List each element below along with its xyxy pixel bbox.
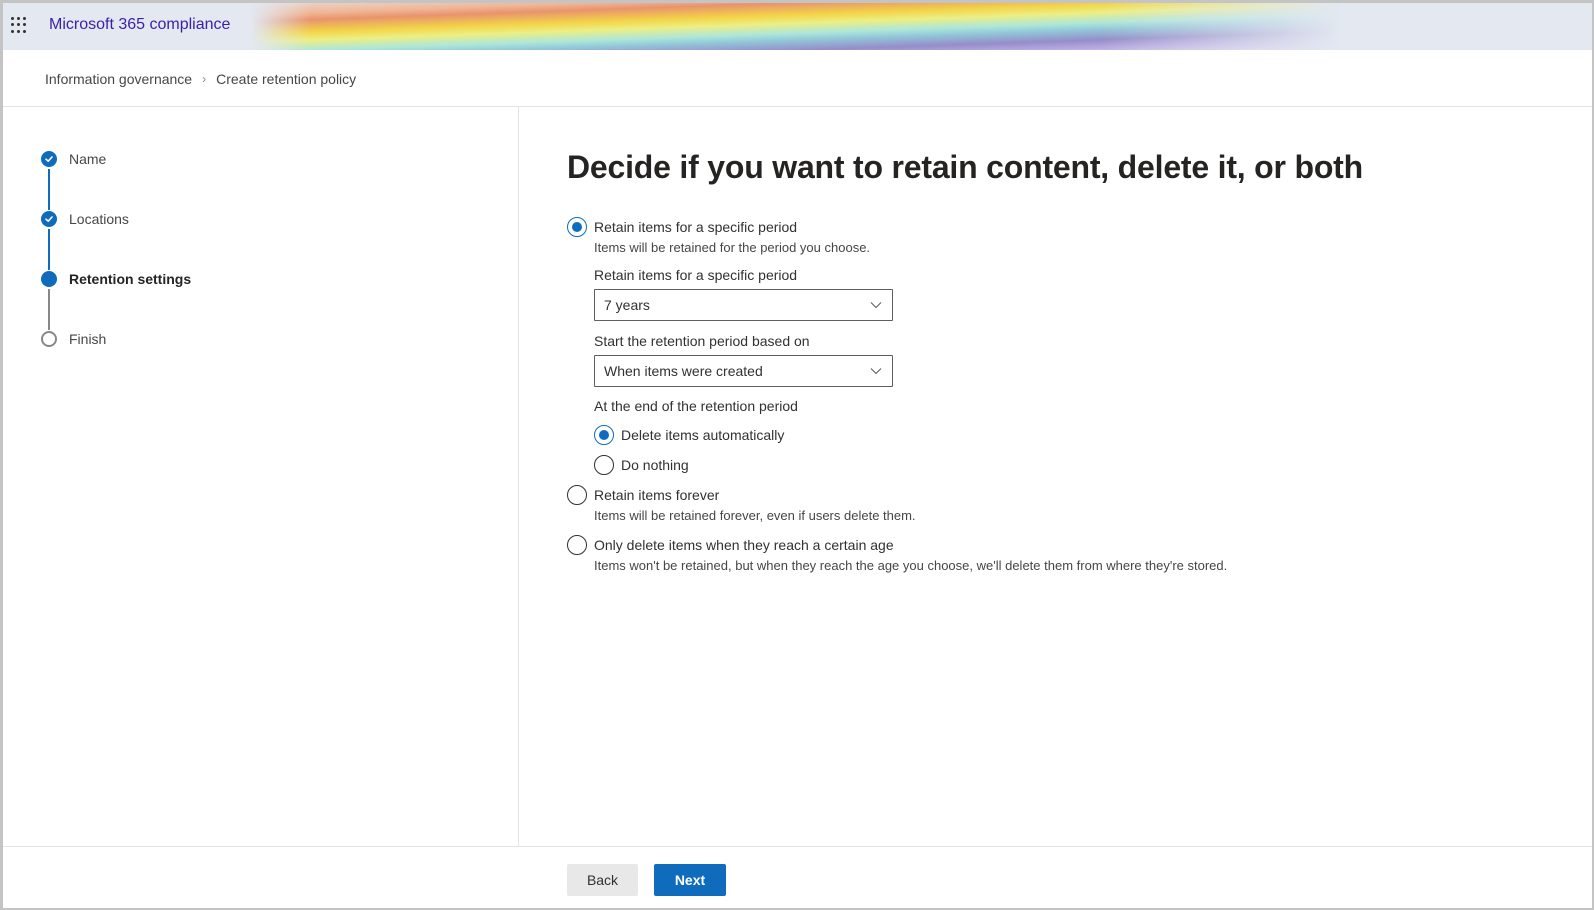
page-title: Decide if you want to retain content, de… [567, 149, 1363, 185]
option-do-nothing: Do nothing [594, 455, 1363, 475]
radio-do-nothing[interactable] [594, 455, 614, 475]
option-label[interactable]: Retain items forever [594, 487, 719, 503]
wizard-step-label: Retention settings [69, 271, 192, 287]
period-field-label: Retain items for a specific period [594, 267, 798, 283]
step-connector [48, 229, 50, 270]
option-retain-forever: Retain items forever Items will be retai… [567, 485, 1363, 523]
breadcrumb: Information governance › Create retentio… [45, 71, 356, 87]
back-button[interactable]: Back [567, 864, 638, 896]
wizard-step-label: Locations [69, 211, 129, 227]
period-dropdown[interactable]: 7 years [594, 289, 893, 321]
step-connector [48, 169, 50, 210]
top-header: Microsoft 365 compliance [3, 3, 1592, 50]
empty-circle-icon [41, 331, 57, 347]
chevron-down-icon [870, 368, 882, 375]
wizard-step-name[interactable]: Name [41, 150, 191, 210]
check-circle-icon [41, 151, 57, 167]
app-title[interactable]: Microsoft 365 compliance [49, 16, 230, 34]
chevron-right-icon: › [202, 72, 207, 86]
end-action-group: At the end of the retention period Delet… [594, 398, 1363, 475]
option-label[interactable]: Delete items automatically [621, 427, 784, 443]
chevron-down-icon [870, 302, 882, 309]
radio-delete-at-age[interactable] [567, 535, 587, 555]
period-field: Retain items for a specific period 7 yea… [594, 267, 1363, 321]
breadcrumb-item-information-governance[interactable]: Information governance [45, 71, 192, 87]
radio-retain-specific-period[interactable] [567, 217, 587, 237]
start-based-on-field: Start the retention period based on When… [594, 333, 1363, 387]
radio-delete-automatically[interactable] [594, 425, 614, 445]
start-based-on-dropdown[interactable]: When items were created [594, 355, 893, 387]
breadcrumb-item-create-retention-policy: Create retention policy [216, 71, 357, 87]
start-based-on-value: When items were created [604, 363, 763, 379]
breadcrumb-divider [3, 106, 1592, 107]
option-retain-specific-period: Retain items for a specific period Items… [567, 217, 1363, 255]
wizard-step-label: Finish [69, 331, 107, 347]
step-connector [48, 289, 50, 330]
option-description: Items won't be retained, but when they r… [594, 558, 1228, 573]
option-label[interactable]: Retain items for a specific period [594, 219, 797, 235]
wizard-step-finish: Finish [41, 330, 191, 390]
radio-retain-forever[interactable] [567, 485, 587, 505]
option-description: Items will be retained for the period yo… [594, 240, 871, 255]
option-delete-at-age: Only delete items when they reach a cert… [567, 535, 1363, 573]
option-label[interactable]: Only delete items when they reach a cert… [594, 537, 894, 553]
start-based-on-label: Start the retention period based on [594, 333, 810, 349]
waffle-icon[interactable] [11, 17, 27, 33]
option-delete-automatically: Delete items automatically [594, 425, 1363, 445]
wizard-step-retention-settings[interactable]: Retention settings [41, 270, 191, 330]
period-dropdown-value: 7 years [604, 297, 650, 313]
header-banner-decoration [251, 3, 1341, 50]
option-description: Items will be retained forever, even if … [594, 508, 916, 523]
wizard-steps: Name Locations Retention settings Finish [41, 150, 191, 390]
app-window: Microsoft 365 compliance Information gov… [3, 3, 1592, 908]
main-content: Decide if you want to retain content, de… [567, 149, 1363, 573]
option-label[interactable]: Do nothing [621, 457, 689, 473]
footer-divider [3, 846, 1592, 847]
wizard-step-locations[interactable]: Locations [41, 210, 191, 270]
sidebar-divider [518, 107, 519, 847]
wizard-step-label: Name [69, 151, 107, 167]
next-button[interactable]: Next [654, 864, 726, 896]
current-step-dot-icon [41, 271, 57, 287]
check-circle-icon [41, 211, 57, 227]
end-action-label: At the end of the retention period [594, 398, 798, 414]
